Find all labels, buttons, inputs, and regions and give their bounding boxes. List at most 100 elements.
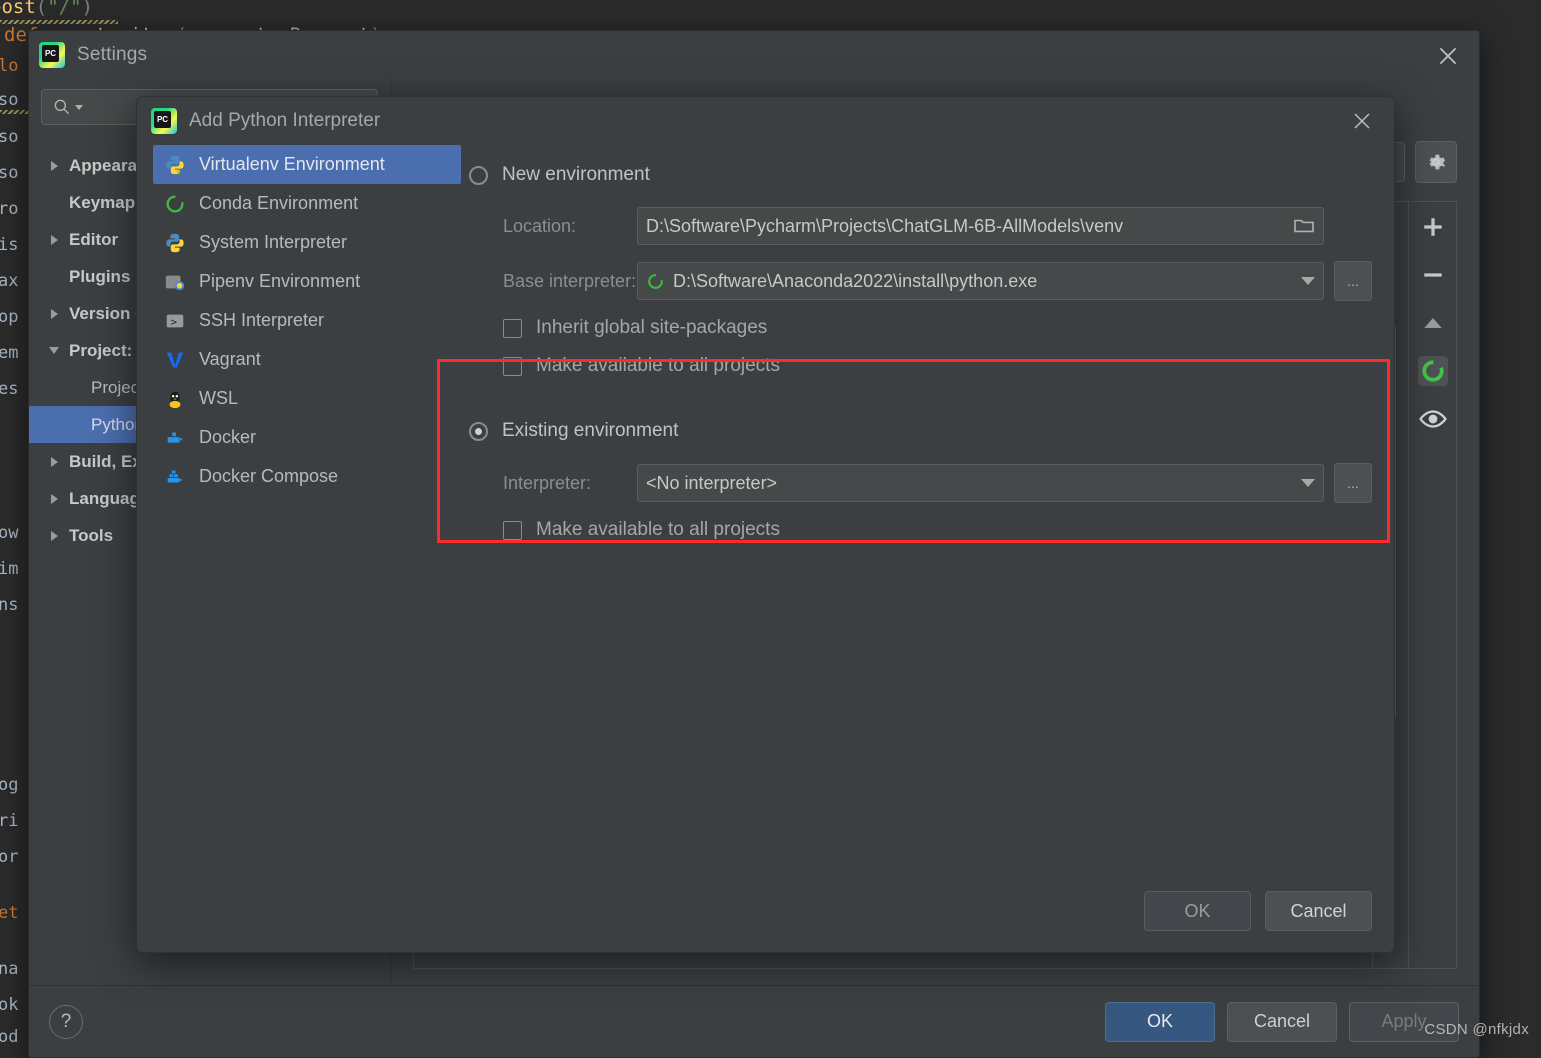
add-interpreter-title: Add Python Interpreter [189,110,381,131]
chevron-right-icon [43,530,65,541]
existing-make-available-row[interactable]: Make available to all projects [469,519,1372,541]
code-fragment: so [0,90,19,110]
existing-interpreter-label: Interpreter: [503,472,592,493]
env-type-virtualenv[interactable]: v Virtualenv Environment [153,145,461,184]
upgrade-package-icon[interactable] [1418,308,1448,338]
inherit-site-packages-checkbox[interactable] [503,318,522,338]
vagrant-icon [163,348,187,372]
existing-interpreter-row: Interpreter: <No interpreter> ... [469,463,1372,503]
help-button[interactable]: ? [49,1004,83,1039]
svg-text:>: > [170,315,177,328]
location-input[interactable]: D:\Software\Pycharm\Projects\ChatGLM-6B-… [637,207,1324,245]
existing-interpreter-dropdown[interactable]: <No interpreter> [637,464,1324,502]
interpreter-settings-gear-button[interactable] [1415,141,1457,183]
existing-environment-radio-row[interactable]: Existing environment [469,415,1372,447]
existing-environment-radio[interactable] [469,421,488,441]
screen-root: post("/") def create_item(request: Reque… [0,0,1541,1058]
env-type-label: Vagrant [199,349,261,369]
env-type-ssh-interpreter[interactable]: > SSH Interpreter [153,301,461,340]
conda-icon [163,192,187,216]
conda-icon[interactable] [1417,356,1448,386]
existing-make-available-label: Make available to all projects [536,519,780,540]
inherit-site-packages-row[interactable]: Inherit global site-packages [469,317,1372,339]
base-interpreter-dropdown[interactable]: D:\Software\Anaconda2022\install\python.… [637,262,1324,300]
svg-text:v: v [177,168,182,176]
code-fragment: ax [0,271,19,291]
env-type-label: WSL [199,388,239,408]
close-icon[interactable] [1350,109,1374,133]
existing-environment-label: Existing environment [502,420,679,441]
new-environment-radio-row[interactable]: New environment [469,159,1372,191]
pycharm-logo-icon [151,108,177,134]
ide-right-gutter [1479,0,1541,1058]
ssh-icon: > [163,309,187,333]
conda-icon [648,273,663,289]
env-type-system-interpreter[interactable]: System Interpreter [153,223,461,262]
remove-package-icon[interactable] [1418,260,1448,290]
base-interpreter-label: Base interpreter: [503,270,637,291]
pipenv-icon [163,270,187,294]
env-type-conda[interactable]: Conda Environment [153,184,461,223]
chevron-down-icon [1301,277,1315,285]
add-interpreter-titlebar: Add Python Interpreter [137,97,1394,145]
chevron-right-icon [43,456,65,467]
chevron-right-icon [43,308,65,319]
sidebar-item-label: Tools [69,525,114,545]
add-package-icon[interactable] [1418,212,1448,242]
close-icon[interactable] [1435,43,1461,69]
code-fragment: so [0,127,19,147]
env-type-label: Pipenv Environment [199,271,361,291]
new-env-make-available-checkbox[interactable] [503,356,522,376]
ok-button[interactable]: OK [1105,1001,1215,1042]
settings-titlebar: Settings [29,31,1479,79]
folder-icon [1294,219,1314,233]
code-fragment: ok [0,995,19,1015]
code-fragment: et [0,903,19,923]
env-type-label: System Interpreter [199,232,348,252]
docker-icon [163,426,187,450]
env-type-docker[interactable]: Docker [153,418,461,457]
code-line-1: post("/") [0,0,93,18]
env-type-label: Docker Compose [199,466,339,486]
chevron-right-icon [43,234,65,245]
inspection-squiggle [0,110,30,114]
cancel-button[interactable]: Cancel [1265,891,1372,931]
code-fragment: is [0,235,19,255]
show-early-releases-eye-icon[interactable] [1418,404,1448,434]
env-type-vagrant[interactable]: Vagrant [153,340,461,379]
new-environment-radio[interactable] [469,165,488,185]
code-fragment: lo [0,56,19,76]
new-env-make-available-label: Make available to all projects [536,355,780,376]
wsl-icon [163,387,187,411]
env-type-pipenv[interactable]: Pipenv Environment [153,262,461,301]
settings-footer: ? OK Cancel Apply [29,985,1479,1057]
inherit-site-packages-label: Inherit global site-packages [536,317,768,338]
ok-button[interactable]: OK [1144,891,1251,931]
code-fragment: op [0,307,19,327]
chevron-down-icon [1301,479,1315,487]
existing-make-available-checkbox[interactable] [503,520,522,540]
env-type-docker-compose[interactable]: Docker Compose [153,457,461,496]
cancel-button[interactable]: Cancel [1227,1001,1337,1042]
code-fragment: or [0,847,19,867]
env-type-label: Docker [199,427,257,447]
search-icon [54,99,70,115]
watermark: CSDN @nfkjdx [1424,1021,1529,1038]
existing-interpreter-browse-button[interactable]: ... [1334,463,1372,503]
sidebar-item-label: Editor [69,229,119,249]
env-type-label: SSH Interpreter [199,310,325,330]
new-environment-label: New environment [502,164,650,185]
code-fragment: od [0,1027,19,1047]
pycharm-logo-icon [39,42,65,68]
environment-type-list: v Virtualenv Environment Conda Environme… [137,145,461,870]
base-interpreter-browse-button[interactable]: ... [1334,261,1372,301]
base-interpreter-value: D:\Software\Anaconda2022\install\python.… [673,270,1038,291]
base-interpreter-row: Base interpreter: D:\Software\Anaconda20… [469,261,1372,301]
new-env-make-available-row[interactable]: Make available to all projects [469,355,1372,377]
code-fragment: ow [0,523,19,543]
add-python-interpreter-dialog: Add Python Interpreter v Virtualenv Envi… [136,96,1395,953]
virtualenv-icon: v [163,153,187,177]
env-type-wsl[interactable]: WSL [153,379,461,418]
existing-interpreter-value: <No interpreter> [646,472,778,493]
code-fragment: es [0,379,19,399]
